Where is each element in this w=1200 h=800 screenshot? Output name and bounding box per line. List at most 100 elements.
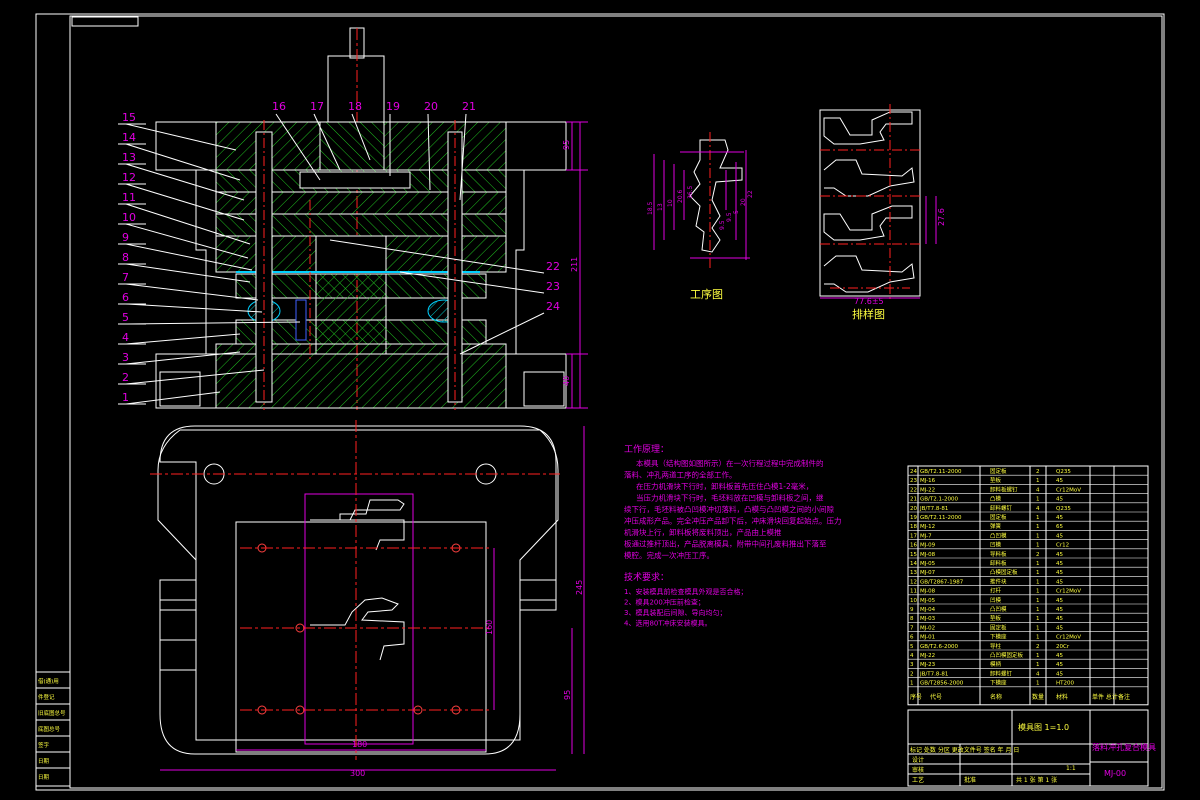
bom-material: 45	[1056, 552, 1063, 558]
callout-label-22: 22	[546, 260, 560, 273]
callout-leader	[125, 391, 221, 405]
bom-no: 1	[910, 681, 914, 687]
tech-requirements-list: 1、安装模具前检查模具外观是否合格； 2、模具200冲压前检查；3、模具装配后间隙…	[624, 587, 747, 628]
bom-name: 固定板	[990, 623, 1007, 631]
bom-qty: 1	[1036, 681, 1040, 687]
bom-code: MJ-22	[920, 487, 935, 493]
bom-code: MJ-7	[920, 533, 932, 539]
work-principle-line: 冲压成形产品。完全冲压产品卸下后，冲床滑块回复起始点。压力	[624, 516, 842, 526]
bom-code: MJ-02	[920, 625, 935, 631]
bom-qty: 4	[1036, 671, 1040, 677]
tech-req-item: 4、选用80T冲床安装模具。	[624, 619, 712, 628]
callout-label-12: 12	[122, 171, 136, 184]
bom-material: 45	[1056, 598, 1063, 604]
plan-dim-total-width: 300	[350, 769, 365, 778]
bom-material: 45	[1056, 662, 1063, 668]
callout-label-9: 9	[122, 231, 129, 244]
bom-code: MJ-05	[920, 598, 936, 604]
callout-leader	[125, 333, 241, 345]
bom-code: MJ-12	[920, 524, 935, 530]
bom-qty: 4	[1036, 506, 1040, 512]
bom-code: MJ-08	[920, 552, 936, 558]
title-scale-label: 模具图 1=1.0	[1018, 722, 1069, 732]
section-view	[155, 27, 567, 410]
bom-name: 下模座	[990, 679, 1007, 687]
bom-header-name: 名称	[990, 693, 1002, 701]
callout-label-13: 13	[122, 151, 136, 164]
left-strip-label: 旧底图总号	[38, 709, 66, 717]
bom-code: GB/T2.11-2000	[920, 515, 962, 521]
bom-qty: 1	[1036, 497, 1040, 503]
left-strip-label: 底图总号	[38, 725, 61, 733]
callout-label-5: 5	[122, 311, 129, 324]
part-dim-left: 36.5	[687, 185, 694, 199]
bom-name: 导柱	[990, 642, 1002, 650]
work-principle-line: 机滑块上行，卸料板将废料顶出，产品由上模推	[624, 527, 782, 537]
work-principle-heading: 工作原理：	[624, 443, 669, 455]
bom-no: 23	[910, 478, 917, 484]
bom-header-code: 代号	[930, 693, 942, 701]
bom-qty: 4	[1036, 487, 1040, 493]
left-strip-label: 日期	[38, 758, 50, 765]
bom-code: MJ-03	[920, 616, 936, 622]
bom-material: 45	[1056, 515, 1063, 521]
strip-layout	[819, 104, 937, 300]
stripper-window[interactable]	[304, 493, 414, 745]
callout-label-8: 8	[122, 251, 129, 264]
callout-label-11: 11	[122, 191, 136, 204]
plan-dim-height: 245	[575, 580, 584, 595]
bom-name: 卸料螺钉	[990, 669, 1013, 677]
bom-material: 45	[1056, 625, 1063, 631]
bom-qty: 1	[1036, 662, 1040, 668]
bom-code: GB/T2.6-2000	[920, 644, 958, 650]
bom-name: 固定板	[990, 513, 1007, 521]
cad-drawing-canvas[interactable]: 15 14 13 12 11 10 9 8 7 6 5 4 3 2 1 16 17 18 19 20 21 22 23 24 …	[0, 0, 1200, 800]
bom-no: 22	[910, 487, 917, 493]
callout-label-24: 24	[546, 300, 560, 313]
plan-dim-inner-height: 160	[485, 620, 494, 635]
bom-qty: 1	[1036, 570, 1040, 576]
bom-qty: 2	[1036, 644, 1040, 650]
bom-name: 垫板	[990, 614, 1002, 622]
bom-no: 14	[910, 561, 917, 567]
cad-drawing[interactable]: 15141312111098765432116 17 18 19 20 21222324 …	[0, 0, 1200, 800]
bom-table: 24 GB/T2.11-2000 固定板 2 Q23523 MJ-16 垫板 1 4522 MJ-…	[907, 465, 1149, 706]
tech-req-item: 3、模具装配后间隙、导向均匀；	[624, 608, 726, 617]
strip-layout-label: 排样图	[852, 307, 885, 321]
bom-no: 17	[910, 533, 917, 539]
bom-material: 45	[1056, 616, 1063, 622]
callout-label-1: 1	[122, 391, 129, 404]
bom-material: 45	[1056, 653, 1063, 659]
bom-code: MJ-04	[920, 607, 936, 613]
bom-no: 16	[910, 543, 917, 549]
tech-req-heading: 技术要求：	[624, 571, 669, 583]
work-principle-line: 本模具（结构图如图所示）在一次行程过程中完成制件的	[636, 458, 824, 468]
bom-code: GB/T2.1-2000	[920, 497, 958, 503]
bom-material: 45	[1056, 561, 1063, 567]
plan-dim-lower: 95	[563, 690, 572, 700]
part-dim-right: 20	[740, 198, 747, 206]
plan-dim-inner-width: 180	[352, 740, 367, 749]
work-principle-line: 在压力机滑块下行时，卸料板首先压住凸模1-2毫米，	[636, 481, 813, 491]
bom-name: 推件块	[990, 577, 1007, 585]
drawing-title: 落料冲孔复合模具	[1092, 742, 1156, 752]
dim-bottom: 40	[562, 376, 571, 386]
title-row-revision: 标记 处数 分区 更改文件号 签名 年 月 日	[910, 746, 1019, 754]
bom-material: 45	[1056, 497, 1063, 503]
bom-code: MJ-22	[920, 653, 935, 659]
bom-no: 7	[910, 625, 914, 631]
bom-qty: 1	[1036, 579, 1040, 585]
bom-qty: 1	[1036, 625, 1040, 631]
left-strip-label: 件登记	[38, 693, 55, 701]
bom-name: 凹模	[990, 596, 1002, 604]
bom-header-qty: 数量	[1032, 693, 1044, 701]
callout-label-20: 20	[424, 100, 438, 113]
bom-qty: 1	[1036, 607, 1040, 613]
bom-material: 45	[1056, 533, 1063, 539]
dim-total: 211	[570, 257, 579, 272]
part-dim-right: 9.5	[726, 212, 733, 222]
left-strip-label: 签字	[38, 741, 50, 749]
part-drawing-label: 工序图	[690, 287, 723, 301]
bom-name: 固定板	[990, 467, 1007, 475]
dim-top: 95	[562, 140, 571, 150]
